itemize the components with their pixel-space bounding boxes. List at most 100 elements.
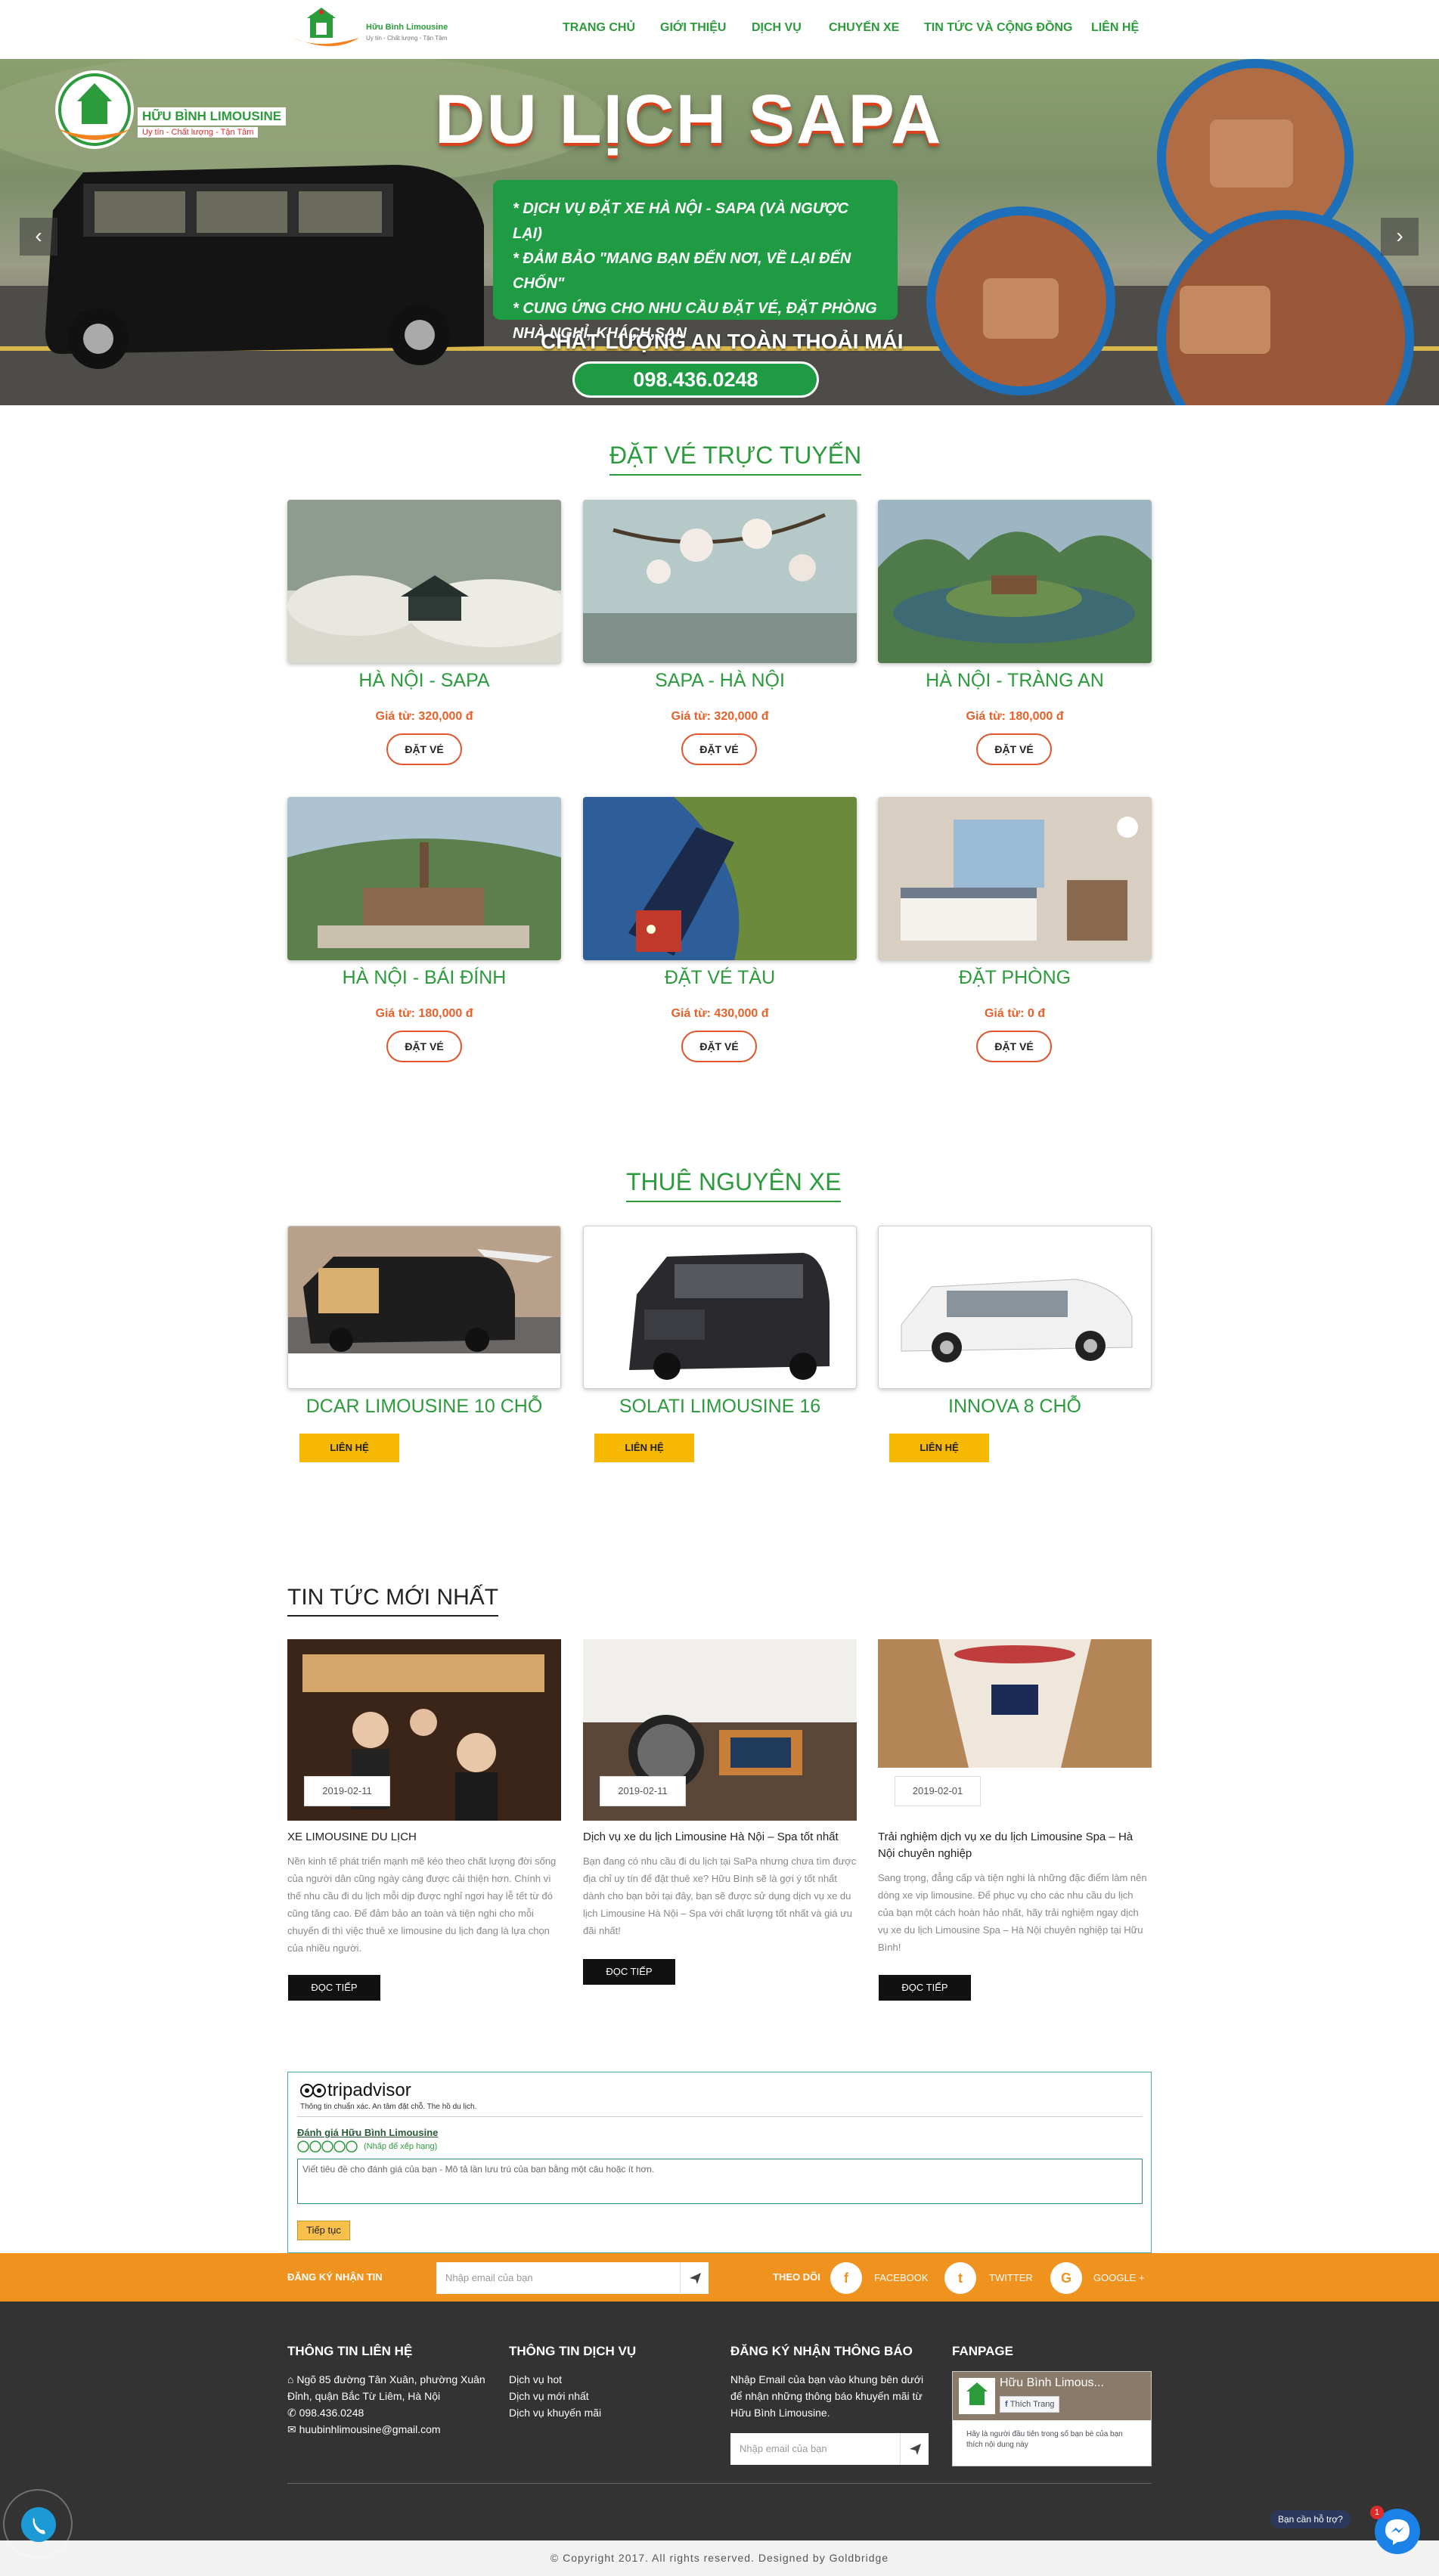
nav-services[interactable]: DỊCH VỤ (752, 21, 802, 35)
ticket-price: Giá từ: 320,000 đ (375, 710, 473, 723)
book-ticket-button[interactable]: ĐẶT VÉ (976, 1031, 1052, 1062)
contact-button[interactable]: LIÊN HỆ (299, 1434, 399, 1462)
ticket-name[interactable]: ĐẶT PHÒNG (878, 967, 1152, 989)
news-headline[interactable]: XE LIMOUSINE DU LỊCH (287, 1829, 561, 1846)
facebook-icon: f (1005, 2400, 1010, 2409)
google-plus-link[interactable]: GOOGLE + (1093, 2272, 1145, 2283)
nav-trips[interactable]: CHUYẾN XE (829, 21, 899, 35)
footer-email[interactable]: ✉ huubinhlimousine@gmail.com (287, 2421, 441, 2438)
ticket-image-hotel-room[interactable] (878, 797, 1152, 960)
ticket-image-hanoi-sapa[interactable] (287, 500, 561, 663)
banner-brand: HỮU BÌNH LIMOUSINE (138, 107, 287, 126)
hero-banner[interactable]: HỮU BÌNH LIMOUSINE Uy tín - Chất lượng -… (0, 59, 1439, 405)
nav-contact[interactable]: LIÊN HỆ (1091, 21, 1139, 35)
news-excerpt: Nền kinh tế phát triển mạnh mẽ kéo theo … (287, 1855, 557, 1954)
review-title-input[interactable]: Viết tiêu đề cho đánh giá của bạn - Mô t… (297, 2159, 1143, 2204)
news-headline[interactable]: Dịch vụ xe du lịch Limousine Hà Nội – Sp… (583, 1829, 857, 1846)
ticket-image-sapa-hanoi[interactable] (583, 500, 857, 663)
read-more-button[interactable]: ĐỌC TIẾP (583, 1959, 675, 1985)
nav-home[interactable]: TRANG CHỦ (563, 21, 635, 35)
read-more-button[interactable]: ĐỌC TIẾP (879, 1975, 971, 2001)
continue-button[interactable]: Tiếp tục (297, 2221, 350, 2240)
fanpage-note: Hãy là người đầu tiên trong số bạn bè củ… (966, 2430, 1123, 2449)
book-ticket-button[interactable]: ĐẶT VÉ (681, 733, 757, 765)
rating-circles[interactable] (297, 2140, 359, 2156)
ticket-image-hanoi-trangan[interactable] (878, 500, 1152, 663)
footer-contact-title: THÔNG TIN LIÊN HỆ (287, 2344, 413, 2358)
footer-service-link[interactable]: Dịch vụ mới nhất (509, 2388, 589, 2404)
twitter-link[interactable]: TWITTER (989, 2272, 1033, 2283)
logo-tagline: Uy tín - Chất lượng - Tận Tâm (366, 35, 448, 42)
nav-about[interactable]: GIỚI THIỆU (660, 21, 726, 35)
ticket-price: Giá từ: 0 đ (984, 1007, 1046, 1020)
facebook-icon[interactable]: f (830, 2262, 862, 2294)
divider (297, 2116, 1143, 2117)
phone-icon: ✆ (287, 2407, 299, 2419)
follow-label: THEO DÕI (773, 2271, 820, 2283)
footer-divider (287, 2483, 1152, 2484)
car-name[interactable]: DCAR LIMOUSINE 10 CHỖ (287, 1396, 561, 1418)
ticket-name[interactable]: HÀ NỘI - SAPA (287, 670, 561, 692)
car-image-innova[interactable] (878, 1226, 1152, 1389)
footer-phone[interactable]: ✆ 098.436.0248 (287, 2404, 364, 2421)
fanpage-widget[interactable]: Hữu Bình Limous... f Thích Trang Hãy là … (952, 2371, 1152, 2466)
ticket-image-hanoi-baidinh[interactable] (287, 797, 561, 960)
contact-button[interactable]: LIÊN HỆ (889, 1434, 989, 1462)
ticket-name[interactable]: HÀ NỘI - TRÀNG AN (878, 670, 1152, 692)
ticket-price: Giá từ: 180,000 đ (966, 710, 1064, 723)
home-icon: ⌂ (287, 2373, 297, 2385)
footer-service-link[interactable]: Dịch vụ khuyến mãi (509, 2404, 601, 2421)
ticket-name[interactable]: ĐẶT VÉ TÀU (583, 967, 857, 989)
subscribe-label: ĐĂNG KÝ NHẬN TIN (287, 2271, 383, 2283)
twitter-icon[interactable]: t (944, 2262, 976, 2294)
fanpage-name[interactable]: Hữu Bình Limous... (1000, 2376, 1104, 2390)
book-ticket-button[interactable]: ĐẶT VÉ (681, 1031, 757, 1062)
car-image-dcar[interactable] (287, 1226, 561, 1389)
chat-badge: 1 (1370, 2506, 1384, 2519)
mail-icon: ✉ (287, 2423, 299, 2435)
banner-bullet: * CUNG ỨNG CHO NHU CẦU ĐẶT VÉ, ĐẶT PHÒNG (513, 300, 877, 317)
ticket-image-train[interactable] (583, 797, 857, 960)
news-title-text: TIN TỨC MỚI NHẤT (287, 1585, 499, 1610)
book-ticket-button[interactable]: ĐẶT VÉ (386, 733, 462, 765)
send-icon[interactable] (680, 2262, 709, 2294)
car-image-solati[interactable] (583, 1226, 857, 1389)
news-excerpt: Sang trọng, đẳng cấp và tiện nghi là nhữ… (878, 1872, 1147, 1953)
google-plus-icon[interactable]: G (1050, 2262, 1082, 2294)
slider-prev-arrow-icon[interactable]: ‹ (20, 218, 57, 256)
fanpage-like-button[interactable]: f Thích Trang (1000, 2396, 1060, 2413)
send-icon[interactable] (900, 2433, 929, 2465)
review-link[interactable]: Đánh giá Hữu Bình Limousine (297, 2127, 438, 2138)
banner-title: DU LỊCH SAPA (435, 81, 943, 158)
slider-next-arrow-icon[interactable]: › (1381, 218, 1419, 256)
banner-phone[interactable]: 098.436.0248 (572, 361, 819, 398)
banner-logo (55, 70, 134, 149)
fanpage-avatar (959, 2378, 995, 2414)
call-widget[interactable] (3, 2489, 73, 2559)
car-name[interactable]: INNOVA 8 CHỖ (878, 1396, 1152, 1418)
read-more-button[interactable]: ĐỌC TIẾP (288, 1975, 380, 2001)
ticket-name[interactable]: HÀ NỘI - BÁI ĐÍNH (287, 967, 561, 989)
site-header: Hữu Bình Limousine Uy tín - Chất lượng -… (0, 0, 1439, 59)
contact-button[interactable]: LIÊN HỆ (594, 1434, 694, 1462)
tripadvisor-widget: tripadvisor Thông tin chuẩn xác. An tâm … (287, 2072, 1152, 2253)
subscribe-email-input[interactable]: Nhập email của bạn (436, 2262, 680, 2294)
footer-service-link[interactable]: Dịch vụ hot (509, 2371, 562, 2388)
ticket-name[interactable]: SAPA - HÀ NỘI (583, 670, 857, 692)
title-underline (287, 1615, 499, 1617)
book-ticket-button[interactable]: ĐẶT VÉ (976, 733, 1052, 765)
footer-newsletter-input[interactable]: Nhập email của bạn (730, 2433, 900, 2465)
ticket-price: Giá từ: 320,000 đ (671, 710, 769, 723)
news-excerpt: Bạn đang có nhu cầu đi du lịch tại SaPa … (583, 1855, 857, 1936)
nav-news[interactable]: TIN TỨC VÀ CỘNG ĐỒNG (924, 21, 1072, 35)
news-image[interactable] (878, 1639, 1152, 1768)
car-name[interactable]: SOLATI LIMOUSINE 16 (583, 1396, 857, 1418)
tripadvisor-tagline: Thông tin chuẩn xác. An tâm đặt chỗ. The… (300, 2103, 477, 2111)
tripadvisor-logo[interactable]: tripadvisor (327, 2080, 411, 2101)
book-ticket-button[interactable]: ĐẶT VÉ (386, 1031, 462, 1062)
news-headline[interactable]: Trải nghiệm dịch vụ xe du lịch Limousine… (878, 1829, 1152, 1862)
footer-newsletter-text: Nhập Email của bạn vào khung bên dưới để… (730, 2373, 924, 2419)
facebook-link[interactable]: FACEBOOK (874, 2272, 929, 2283)
chat-support-label[interactable]: Bạn cần hỗ trợ? (1270, 2510, 1351, 2528)
rating-hint: (Nhấp để xếp hạng) (364, 2142, 438, 2151)
